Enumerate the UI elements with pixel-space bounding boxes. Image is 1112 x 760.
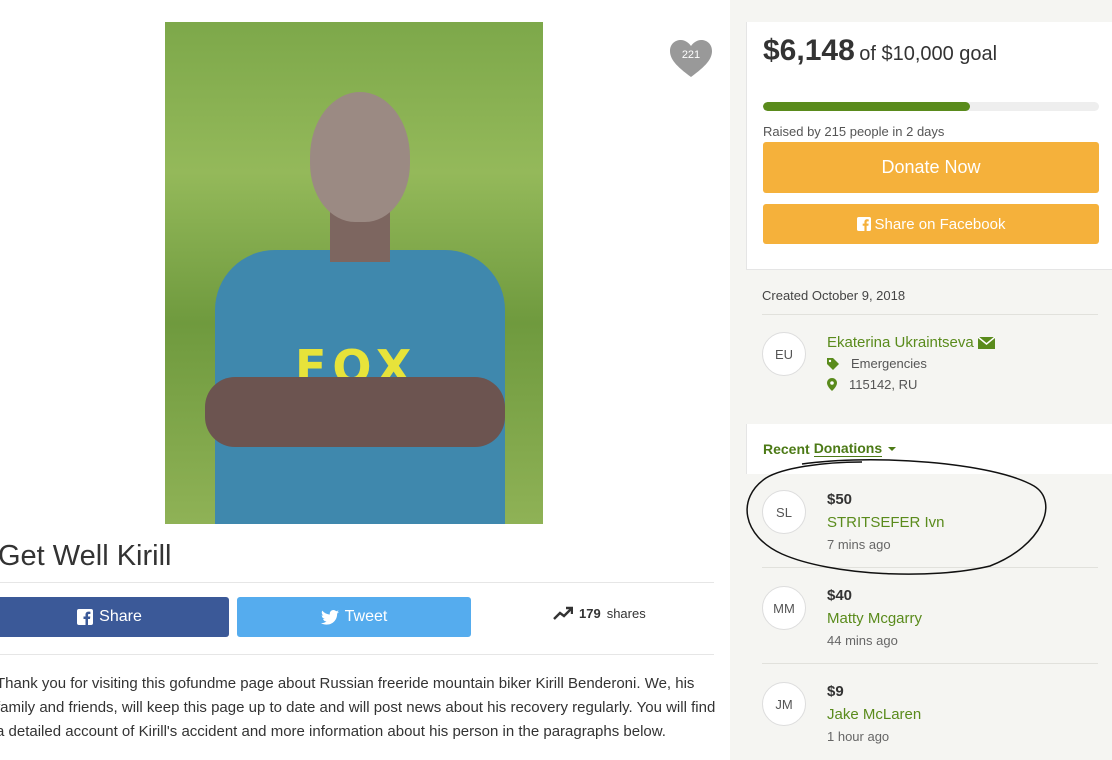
- raised-by-text: Raised by 215 people in 2 days: [763, 124, 945, 139]
- caret-down-icon: [888, 446, 897, 451]
- share-counter: 179 shares: [553, 602, 646, 624]
- page-title: Get Well Kirill: [0, 540, 172, 572]
- donate-now-button[interactable]: Donate Now: [763, 142, 1099, 193]
- campaign-main: FOX 221 Get Well Kirill Share Tweet 179 …: [0, 0, 730, 760]
- envelope-icon[interactable]: [977, 336, 995, 349]
- divider: [762, 314, 1098, 315]
- donation-summary-card: $6,148 of $10,000 goal Raised by 215 peo…: [746, 22, 1112, 270]
- divider: [0, 654, 714, 655]
- share-on-facebook-button[interactable]: Share on Facebook: [763, 204, 1099, 244]
- campaign-story: Thank you for visiting this gofundme pag…: [0, 675, 716, 740]
- facebook-icon: [77, 609, 94, 625]
- donor-avatar: JM: [762, 682, 806, 726]
- location-label: 115142, RU: [849, 377, 918, 392]
- share-count-label: shares: [606, 605, 646, 621]
- photo-arms: [205, 377, 505, 447]
- category-label: Emergencies: [851, 356, 927, 371]
- location-pin-icon: [827, 378, 837, 391]
- facebook-share-button[interactable]: Share: [0, 597, 229, 637]
- organizer-location: 115142, RU: [827, 377, 917, 392]
- divider: [0, 582, 714, 583]
- facebook-share-label: Share: [99, 608, 142, 625]
- donation-time: 1 hour ago: [827, 729, 890, 744]
- organizer-category[interactable]: Emergencies: [827, 356, 927, 371]
- organizer-name-link[interactable]: Ekaterina Ukraintseva: [827, 334, 995, 351]
- campaign-photo: FOX: [165, 22, 543, 524]
- like-button[interactable]: 221: [670, 40, 712, 78]
- progress-bar: [763, 102, 1099, 111]
- like-count: 221: [681, 49, 701, 61]
- share-count: 179: [579, 605, 601, 621]
- donor-name[interactable]: Jake McLaren: [827, 706, 921, 723]
- goal-amount: of $10,000 goal: [859, 43, 998, 65]
- organizer-name: Ekaterina Ukraintseva: [827, 334, 974, 351]
- amount-raised-line: $6,148 of $10,000 goal: [763, 34, 997, 68]
- share-on-facebook-label: Share on Facebook: [874, 215, 1006, 233]
- donation-time: 44 mins ago: [827, 633, 898, 648]
- tweet-label: Tweet: [344, 608, 388, 625]
- twitter-icon: [320, 609, 339, 625]
- hand-drawn-circle-annotation: [746, 459, 1047, 575]
- trending-icon: [553, 606, 573, 620]
- recent-donations-dropdown-label: Donations: [813, 440, 883, 457]
- amount-raised: $6,148: [763, 34, 855, 67]
- tweet-button[interactable]: Tweet: [237, 597, 471, 637]
- organizer-avatar: EU: [762, 332, 806, 376]
- tag-icon: [827, 357, 839, 370]
- divider: [762, 663, 1098, 664]
- donor-avatar: MM: [762, 586, 806, 630]
- recent-donations-prefix: Recent: [763, 440, 810, 457]
- photo-head: [310, 92, 410, 222]
- created-date: Created October 9, 2018: [762, 288, 906, 303]
- progress-fill: [763, 102, 970, 111]
- facebook-icon: [856, 217, 871, 231]
- donation-amount: $9: [827, 683, 844, 700]
- donation-amount: $40: [827, 587, 853, 604]
- recent-donations-dropdown[interactable]: Recent Donations: [763, 440, 898, 457]
- donor-name[interactable]: Matty Mcgarry: [827, 610, 922, 627]
